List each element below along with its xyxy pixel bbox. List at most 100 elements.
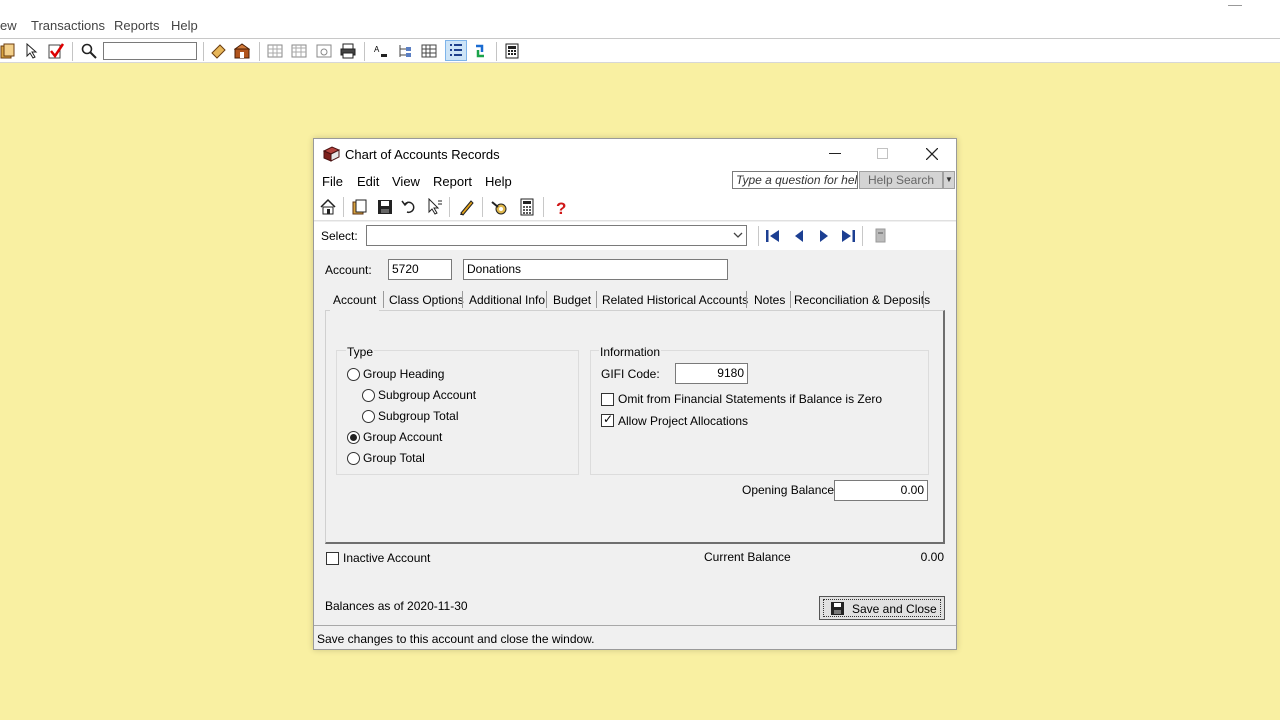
radio-group-heading[interactable]	[347, 368, 360, 381]
help-search-button[interactable]: Help Search	[859, 171, 943, 189]
toolbar-separator	[496, 42, 497, 61]
tab-related-historical-accounts[interactable]: Related Historical Accounts	[599, 289, 751, 311]
tab-separator	[383, 291, 384, 308]
bank-icon[interactable]	[234, 43, 250, 59]
save-icon[interactable]	[376, 198, 394, 216]
app-minimize-icon[interactable]	[1228, 0, 1242, 6]
tab-separator	[923, 291, 924, 308]
select-row: Select:	[314, 222, 956, 250]
cursor-find-icon[interactable]	[425, 198, 443, 216]
status-bar: Save changes to this account and close t…	[314, 625, 956, 649]
help-search-dropdown[interactable]: ▼	[943, 171, 955, 189]
omit-zero-balance-label: Omit from Financial Statements if Balanc…	[618, 392, 883, 406]
tab-separator	[462, 291, 463, 308]
list-view-button[interactable]	[445, 40, 467, 61]
tab-account[interactable]: Account	[330, 289, 380, 311]
grid-icon[interactable]	[267, 43, 283, 59]
minimize-icon	[829, 153, 841, 154]
calculator-icon[interactable]	[504, 43, 520, 59]
tab-reconciliation-deposits[interactable]: Reconciliation & Deposits	[791, 289, 933, 311]
help-question-input[interactable]: Type a question for help	[732, 171, 858, 189]
app-menubar: ew Transactions Reports Help	[0, 0, 1280, 38]
check-mark-icon[interactable]	[48, 43, 64, 59]
next-record-icon[interactable]	[815, 227, 833, 245]
toolbar-separator	[758, 226, 759, 246]
app-menu-view[interactable]: ew	[0, 18, 17, 33]
app-menu-help[interactable]: Help	[171, 18, 198, 33]
columns-icon[interactable]	[421, 43, 437, 59]
menu-edit[interactable]: Edit	[357, 174, 379, 189]
close-button[interactable]	[909, 139, 955, 169]
current-balance-value: 0.00	[920, 550, 944, 564]
tab-separator	[746, 291, 747, 308]
close-icon	[926, 148, 938, 160]
app-menu-transactions[interactable]: Transactions	[31, 18, 105, 33]
edit-pencil-icon[interactable]	[458, 198, 476, 216]
radio-label-group-total: Group Total	[363, 451, 425, 465]
home-icon[interactable]	[319, 198, 337, 216]
account-number-field[interactable]: 5720	[388, 259, 452, 280]
save-icon	[831, 602, 844, 615]
menu-file[interactable]: File	[322, 174, 343, 189]
record-lookup-icon[interactable]	[872, 227, 890, 245]
ledger-book-icon	[323, 146, 340, 162]
calculator-icon[interactable]	[518, 198, 536, 216]
sort-icon[interactable]: A	[373, 43, 389, 59]
save-and-close-label: Save and Close	[852, 602, 937, 616]
allow-project-allocations-label: Allow Project Allocations	[618, 414, 749, 428]
refresh-icon[interactable]	[472, 43, 488, 59]
inactive-account-label: Inactive Account	[343, 551, 431, 565]
search-icon[interactable]	[81, 43, 97, 59]
receipt-icon[interactable]	[210, 43, 226, 59]
menu-report[interactable]: Report	[433, 174, 472, 189]
inactive-account-checkbox[interactable]	[326, 552, 339, 565]
help-question-icon[interactable]: ?	[552, 198, 570, 216]
tab-notes[interactable]: Notes	[751, 289, 788, 311]
account-label: Account:	[325, 263, 372, 277]
last-record-icon[interactable]	[839, 227, 857, 245]
omit-zero-balance-checkbox[interactable]	[601, 393, 614, 406]
allow-project-allocations-checkbox[interactable]: ✓	[601, 412, 614, 427]
toolbar-separator	[343, 197, 344, 217]
balances-as-of-text: Balances as of 2020-11-30	[325, 599, 468, 613]
schedule-icon[interactable]	[316, 43, 332, 59]
app-menu-reports[interactable]: Reports	[114, 18, 160, 33]
maximize-button[interactable]	[859, 139, 905, 169]
undo-icon[interactable]	[400, 198, 418, 216]
menu-view[interactable]: View	[392, 174, 420, 189]
cursor-find-icon[interactable]	[24, 43, 40, 59]
tab-class-options[interactable]: Class Options	[386, 289, 467, 311]
tree-icon[interactable]	[397, 43, 413, 59]
previous-record-icon[interactable]	[790, 227, 808, 245]
open-record-icon[interactable]	[351, 198, 369, 216]
tab-budget[interactable]: Budget	[550, 289, 594, 311]
gifi-code-field[interactable]: 9180	[675, 363, 748, 384]
current-balance-label: Current Balance	[704, 550, 791, 564]
dialog-titlebar[interactable]: Chart of Accounts Records	[314, 139, 956, 169]
toolbar-separator	[543, 197, 544, 217]
settings-tools-icon[interactable]	[490, 198, 508, 216]
status-text: Save changes to this account and close t…	[317, 632, 595, 646]
radio-group-account[interactable]	[347, 431, 360, 444]
save-and-close-button[interactable]: Save and Close	[819, 596, 945, 620]
opening-balance-field[interactable]: 0.00	[834, 480, 928, 501]
toolbar-separator	[203, 42, 204, 61]
radio-group-total[interactable]	[347, 452, 360, 465]
minimize-button[interactable]	[812, 139, 858, 169]
account-select-dropdown[interactable]	[366, 225, 747, 246]
tab-additional-info[interactable]: Additional Info	[466, 289, 548, 311]
radio-subgroup-total[interactable]	[362, 410, 375, 423]
app-search-input[interactable]	[103, 42, 197, 60]
type-group-label: Type	[346, 345, 375, 359]
open-record-icon[interactable]	[0, 43, 16, 59]
radio-subgroup-account[interactable]	[362, 389, 375, 402]
toolbar-separator	[449, 197, 450, 217]
calendar-icon[interactable]	[291, 43, 307, 59]
first-record-icon[interactable]	[764, 227, 782, 245]
account-name-field[interactable]: Donations	[463, 259, 728, 280]
toolbar-separator	[259, 42, 260, 61]
toolbar-separator	[482, 197, 483, 217]
information-group-label: Information	[599, 345, 662, 359]
menu-help[interactable]: Help	[485, 174, 512, 189]
print-icon[interactable]	[340, 43, 356, 59]
